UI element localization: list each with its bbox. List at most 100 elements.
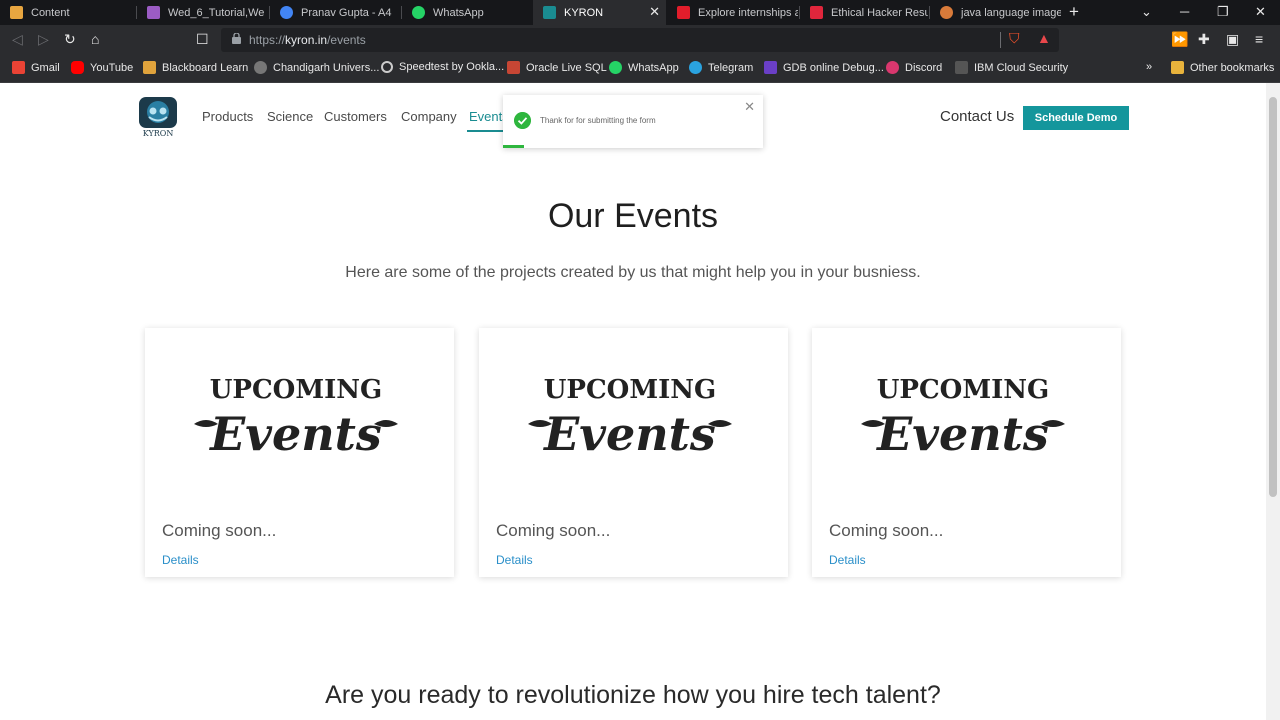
tab-favicon-icon bbox=[940, 6, 953, 19]
schedule-demo-button[interactable]: Schedule Demo bbox=[1023, 106, 1129, 130]
logo-text: KYRON bbox=[143, 129, 174, 138]
tab-label: Ethical Hacker Resume bbox=[831, 6, 928, 19]
close-icon[interactable]: ✕ bbox=[744, 99, 755, 115]
bookmark-ibm[interactable]: IBM Cloud Security bbox=[955, 61, 1068, 74]
bookmark-whatsapp[interactable]: WhatsApp bbox=[609, 61, 679, 74]
toast-progress-bar bbox=[503, 145, 524, 148]
card-title: Coming soon... bbox=[162, 521, 277, 540]
discord-icon bbox=[886, 61, 899, 74]
bookmark-label: Blackboard Learn bbox=[162, 61, 249, 74]
cta-heading: Are you ready to revolutionize how you h… bbox=[325, 681, 941, 709]
youtube-icon bbox=[71, 61, 84, 74]
nav-products[interactable]: Products bbox=[202, 109, 253, 124]
maximize-icon[interactable]: ❐ bbox=[1217, 4, 1229, 20]
tab-favicon-icon bbox=[810, 6, 823, 19]
details-link[interactable]: Details bbox=[162, 553, 199, 567]
nav-active-indicator bbox=[467, 130, 503, 132]
close-icon[interactable]: ✕ bbox=[649, 4, 660, 20]
tab-label: Content bbox=[31, 6, 70, 19]
bookmark-gmail[interactable]: Gmail bbox=[12, 61, 60, 74]
tab-label: Explore internships at A bbox=[698, 6, 798, 19]
page-scrollbar[interactable] bbox=[1266, 83, 1280, 720]
chevron-down-icon[interactable]: ⌄ bbox=[1141, 4, 1152, 20]
tab-label: KYRON bbox=[564, 6, 604, 19]
telegram-icon bbox=[689, 61, 702, 74]
window-close-icon[interactable]: ✕ bbox=[1255, 4, 1266, 20]
tab-java[interactable]: java language images a bbox=[930, 0, 1061, 25]
bookmark-gdb[interactable]: GDB online Debug... bbox=[764, 61, 884, 74]
more-bookmarks-icon[interactable]: » bbox=[1146, 61, 1152, 73]
scrollbar-thumb[interactable] bbox=[1269, 97, 1277, 497]
oracle-icon bbox=[507, 61, 520, 74]
bookmark-label: Telegram bbox=[708, 61, 754, 74]
page-title: Our Events bbox=[547, 197, 719, 235]
tab-whatsapp[interactable]: WhatsApp bbox=[402, 0, 532, 25]
nav-science[interactable]: Science bbox=[267, 109, 313, 124]
tab-pranav[interactable]: Pranav Gupta - A4 bbox=[270, 0, 400, 25]
success-toast: Thank for for submitting the form ✕ bbox=[503, 95, 763, 148]
tab-kyron[interactable]: KYRON ✕ bbox=[533, 0, 666, 25]
bookmark-label: Chandigarh Univers... bbox=[273, 61, 380, 74]
tab-internships[interactable]: Explore internships at A bbox=[667, 0, 798, 25]
media-icon[interactable]: ⏩ bbox=[1171, 31, 1188, 48]
back-icon[interactable]: ◁ bbox=[12, 31, 23, 48]
svg-text:UPCOMING: UPCOMING bbox=[210, 375, 382, 405]
bookmarks-bar: Gmail YouTube Blackboard Learn Chandigar… bbox=[0, 55, 1280, 83]
tab-strip: Content Wed_6_Tutorial,We Pranav Gupta -… bbox=[0, 0, 1280, 25]
tab-resume[interactable]: Ethical Hacker Resume bbox=[800, 0, 928, 25]
tab-label: WhatsApp bbox=[433, 6, 484, 19]
page-subtitle: Here are some of the projects created by… bbox=[345, 264, 921, 281]
bookmark-telegram[interactable]: Telegram bbox=[689, 61, 753, 74]
bookmark-chandigarh[interactable]: Chandigarh Univers... bbox=[254, 61, 379, 74]
bookmark-speedtest[interactable]: Speedtest by Ookla... bbox=[381, 61, 504, 73]
lock-icon bbox=[232, 33, 241, 44]
nav-customers[interactable]: Customers bbox=[324, 109, 387, 124]
wallet-icon[interactable]: ▣ bbox=[1226, 31, 1239, 48]
card-title: Coming soon... bbox=[829, 521, 944, 540]
home-icon[interactable]: ⌂ bbox=[91, 31, 99, 47]
address-bar[interactable]: https://kyron.in/events bbox=[221, 28, 1059, 52]
kyron-logo[interactable]: KYRON bbox=[138, 96, 178, 138]
browser-chrome: Content Wed_6_Tutorial,We Pranav Gupta -… bbox=[0, 0, 1280, 83]
tab-label: Wed_6_Tutorial,We bbox=[168, 6, 265, 19]
ibm-icon bbox=[955, 61, 968, 74]
svg-text:Events: Events bbox=[875, 407, 1049, 461]
bookmark-label: YouTube bbox=[90, 61, 134, 74]
reload-icon[interactable]: ↻ bbox=[64, 31, 76, 48]
new-tab-icon[interactable]: + bbox=[1069, 2, 1079, 22]
tab-label: Pranav Gupta - A4 bbox=[301, 6, 392, 19]
url-host: kyron.in bbox=[285, 33, 328, 47]
bookmark-discord[interactable]: Discord bbox=[886, 61, 942, 74]
browser-toolbar: ◁ ▷ ↻ ⌂ ☐ https://kyron.in/events ⛉ ▲ ⏩ … bbox=[0, 25, 1280, 55]
tab-label: java language images a bbox=[961, 6, 1061, 19]
nav-company[interactable]: Company bbox=[401, 109, 457, 124]
bookmark-label: Speedtest by Ookla... bbox=[399, 61, 505, 73]
svg-text:Events: Events bbox=[542, 407, 716, 461]
menu-icon[interactable]: ≡ bbox=[1255, 31, 1263, 47]
contact-us-link[interactable]: Contact Us bbox=[940, 108, 1014, 125]
details-link[interactable]: Details bbox=[496, 553, 533, 567]
details-link[interactable]: Details bbox=[829, 553, 866, 567]
svg-text:Events: Events bbox=[208, 407, 382, 461]
forward-icon[interactable]: ▷ bbox=[38, 31, 49, 48]
bookmark-youtube[interactable]: YouTube bbox=[71, 61, 133, 74]
bookmark-other[interactable]: Other bookmarks bbox=[1171, 61, 1274, 74]
bookmark-blackboard[interactable]: Blackboard Learn bbox=[143, 61, 248, 74]
brave-shield-icon[interactable]: ⛉ bbox=[1009, 30, 1020, 47]
bookmark-icon[interactable]: ☐ bbox=[196, 31, 209, 48]
upcoming-events-image: UPCOMING Events bbox=[528, 375, 732, 461]
folder-icon bbox=[1171, 61, 1184, 74]
tab-favicon-icon bbox=[412, 6, 425, 19]
event-card: UPCOMING Events Coming soon... Details bbox=[812, 328, 1121, 577]
whatsapp-icon bbox=[609, 61, 622, 74]
url-scheme: https:// bbox=[249, 33, 286, 47]
brave-rewards-icon[interactable]: ▲ bbox=[1037, 30, 1051, 46]
bookmark-label: Gmail bbox=[31, 61, 60, 74]
upcoming-events-image: UPCOMING Events bbox=[194, 375, 398, 461]
minimize-icon[interactable]: ─ bbox=[1180, 4, 1189, 19]
tab-content[interactable]: Content bbox=[0, 0, 135, 25]
tab-tutorial[interactable]: Wed_6_Tutorial,We bbox=[137, 0, 268, 25]
extensions-icon[interactable]: ✚ bbox=[1198, 31, 1210, 48]
url-path: /events bbox=[327, 33, 366, 47]
bookmark-oracle[interactable]: Oracle Live SQL bbox=[507, 61, 607, 74]
